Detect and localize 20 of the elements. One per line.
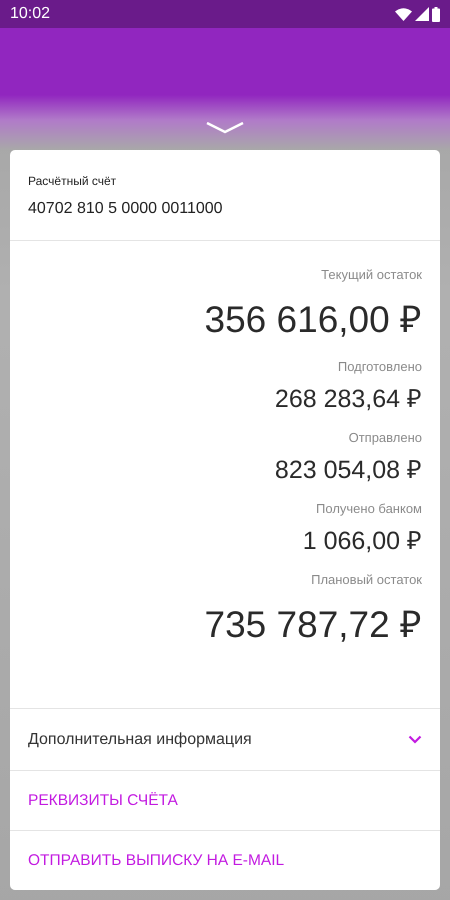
wifi-icon xyxy=(395,8,412,20)
battery-icon xyxy=(432,6,440,22)
action-link[interactable]: РЕКВИЗИТЫ СЧЁТА xyxy=(10,770,440,830)
account-number: 40702 810 5 0000 0011000 xyxy=(28,200,224,218)
balance-amount: 823 054,08 ₽ xyxy=(274,455,422,485)
balance-amount: 356 616,00 ₽ xyxy=(204,298,422,342)
balance-label: Подготовлено xyxy=(338,359,422,374)
signal-icon xyxy=(415,7,429,21)
account-label: Расчётный счёт xyxy=(28,174,118,188)
balance-amount: 268 283,64 ₽ xyxy=(274,384,422,414)
balance-label: Текущий остаток xyxy=(321,267,422,282)
balance-label: Плановый остаток xyxy=(311,572,422,587)
balance-amount: 735 787,72 ₽ xyxy=(204,603,422,647)
balance-label: Получено банком xyxy=(316,501,422,516)
status-time: 10:02 xyxy=(10,5,50,23)
chevron-icon xyxy=(408,735,422,744)
balance-amount: 1 066,00 ₽ xyxy=(302,526,422,556)
balance-label: Отправлено xyxy=(348,430,422,445)
chevron-down-icon[interactable] xyxy=(206,122,244,134)
action-link[interactable]: ОТПРАВИТЬ ВЫПИСКУ НА E-MAIL xyxy=(10,830,440,890)
